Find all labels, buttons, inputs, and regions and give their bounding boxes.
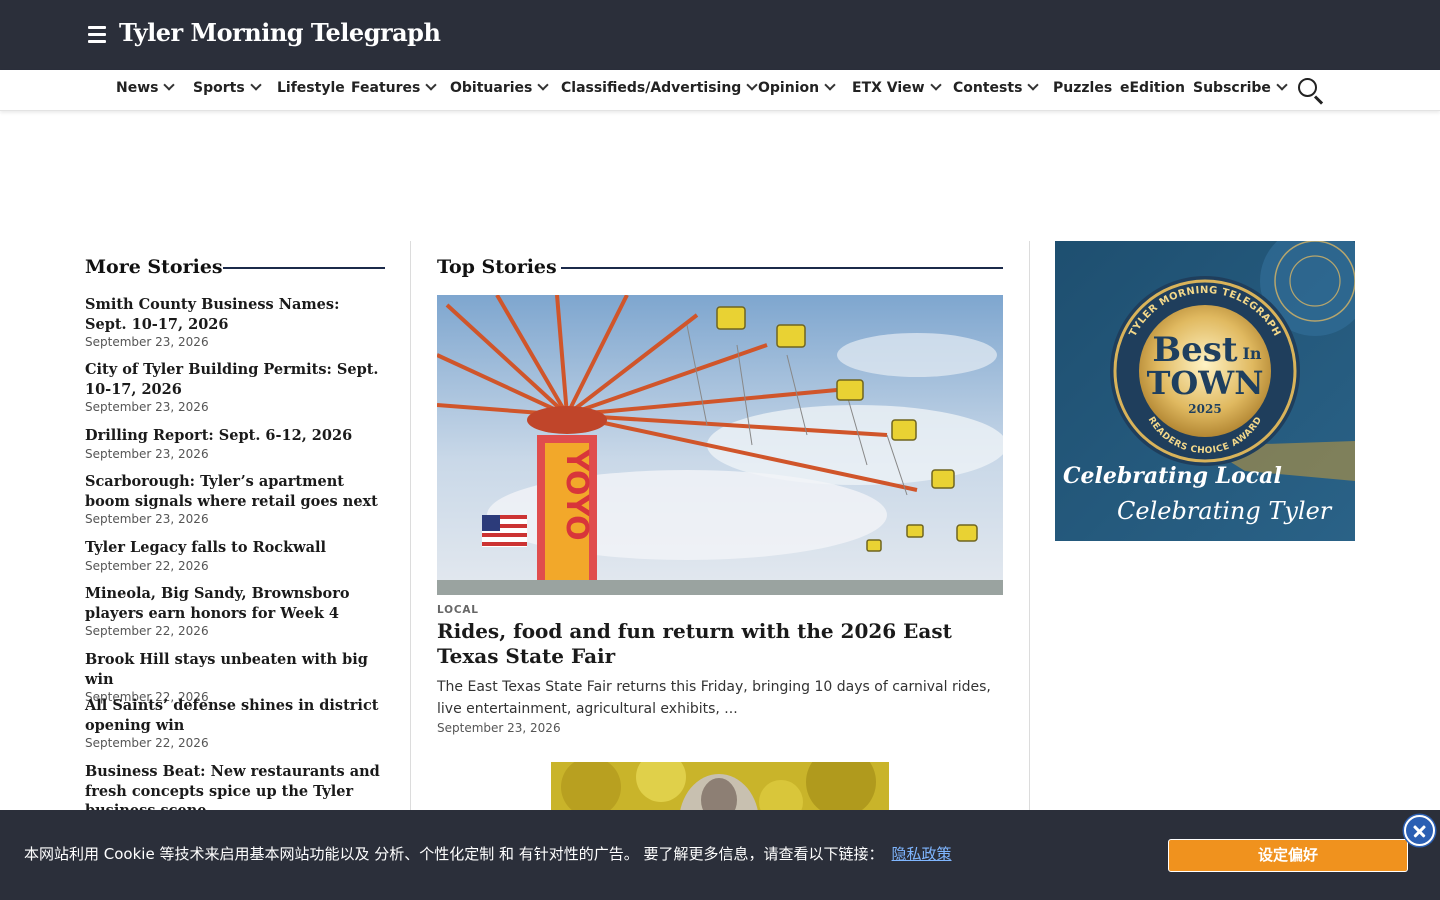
story-title[interactable]: Mineola, Big Sandy, Brownsboro players e… xyxy=(85,584,385,623)
ad-town: TOWN xyxy=(1147,364,1264,402)
story-date: September 22, 2026 xyxy=(85,558,209,573)
story-date: September 23, 2026 xyxy=(85,335,209,349)
cookie-text: 本网站利用 Cookie 等技术来启用基本网站功能以及 分析、个性化定制 和 有… xyxy=(24,843,952,864)
nav-item-subscribe[interactable]: Subscribe xyxy=(1193,79,1288,96)
cookie-banner: 本网站利用 Cookie 等技术来启用基本网站功能以及 分析、个性化定制 和 有… xyxy=(0,810,1440,900)
chevron-down-icon xyxy=(746,79,758,91)
list-item[interactable]: Mineola, Big Sandy, Brownsboro players e… xyxy=(85,584,385,638)
list-item[interactable]: Smith County Business Names: Sept. 10-17… xyxy=(85,295,385,349)
nav-item-puzzles[interactable]: Puzzles xyxy=(1053,80,1112,96)
chevron-down-icon xyxy=(163,79,176,91)
story-date: September 23, 2026 xyxy=(85,446,209,461)
list-item[interactable]: All Saints’ defense shines in district o… xyxy=(85,696,385,750)
story-date: September 23, 2026 xyxy=(85,512,209,526)
site-header: Tyler Morning Telegraph xyxy=(0,0,1440,70)
story-date: September 22, 2026 xyxy=(85,624,209,638)
ad-in: In xyxy=(1242,344,1261,363)
story-title[interactable]: Smith County Business Names: Sept. 10-17… xyxy=(85,295,385,334)
section-rule xyxy=(223,267,385,269)
feature-story-summary: The East Texas State Fair returns this F… xyxy=(437,679,991,717)
nav-item-classifieds[interactable]: Classifieds/Advertising xyxy=(561,79,758,96)
privacy-policy-link[interactable]: 隐私政策 xyxy=(892,845,952,863)
story-title[interactable]: City of Tyler Building Permits: Sept. 10… xyxy=(85,360,385,399)
chevron-down-icon xyxy=(824,79,836,91)
story-title[interactable]: Scarborough: Tyler’s apartment boom sign… xyxy=(85,472,385,511)
story-date: September 23, 2026 xyxy=(85,400,209,414)
story-title[interactable]: Brook Hill stays unbeaten with big win xyxy=(85,650,385,689)
ad-script-line1: Celebrating Local xyxy=(1063,463,1282,489)
story-title[interactable]: All Saints’ defense shines in district o… xyxy=(85,696,385,735)
story-title[interactable]: Drilling Report: Sept. 6-12, 2026 xyxy=(85,426,385,446)
column-divider xyxy=(410,241,411,811)
ride-sign: YOYO xyxy=(559,448,594,540)
chevron-down-icon xyxy=(249,79,262,91)
search-icon[interactable] xyxy=(1298,78,1324,105)
nav-item-eedition[interactable]: eEdition xyxy=(1120,80,1185,96)
nav-item-lifestyle[interactable]: Lifestyle xyxy=(277,80,345,96)
ad-year: 2025 xyxy=(1188,402,1221,416)
story-date: September 22, 2026 xyxy=(85,736,209,750)
feature-story-title[interactable]: Rides, food and fun return with the 2026… xyxy=(437,619,997,669)
chevron-down-icon xyxy=(425,79,438,91)
nav-item-opinion[interactable]: Opinion xyxy=(758,79,836,96)
feature-story-date: September 23, 2026 xyxy=(437,721,561,735)
feature-story-image[interactable]: YOYO xyxy=(437,295,1003,595)
chevron-down-icon xyxy=(537,79,550,91)
nav-item-features[interactable]: Features xyxy=(351,79,438,96)
nav-item-obituaries[interactable]: Obituaries xyxy=(450,79,550,96)
section-rule xyxy=(561,267,1003,269)
nav-item-contests[interactable]: Contests xyxy=(953,79,1040,96)
close-icon[interactable] xyxy=(1404,815,1435,846)
list-item[interactable]: City of Tyler Building Permits: Sept. 10… xyxy=(85,360,385,414)
nav-item-sports[interactable]: Sports xyxy=(193,79,262,96)
chevron-down-icon xyxy=(1276,79,1288,91)
chevron-down-icon xyxy=(929,79,942,91)
cookie-message: 本网站利用 Cookie 等技术来启用基本网站功能以及 分析、个性化定制 和 有… xyxy=(24,845,884,863)
more-stories-heading: More Stories xyxy=(85,256,223,278)
site-logo[interactable]: Tyler Morning Telegraph xyxy=(119,18,441,47)
column-divider xyxy=(1029,241,1030,811)
ad-script-line2: Celebrating Tyler xyxy=(1117,497,1332,525)
hamburger-menu-icon[interactable] xyxy=(88,26,106,44)
advertisement[interactable]: TYLER MORNING TELEGRAPH READERS CHOICE A… xyxy=(1055,241,1355,541)
top-stories-heading: Top Stories xyxy=(437,256,557,278)
nav-item-etx-view[interactable]: ETX View xyxy=(852,79,942,96)
main-nav: News Sports Lifestyle Features Obituarie… xyxy=(0,70,1440,111)
story-kicker[interactable]: LOCAL xyxy=(437,604,479,616)
list-item[interactable]: Drilling Report: Sept. 6-12, 2026 Septem… xyxy=(85,426,385,461)
nav-item-news[interactable]: News xyxy=(116,79,176,96)
list-item[interactable]: Scarborough: Tyler’s apartment boom sign… xyxy=(85,472,385,526)
cookie-preferences-button[interactable]: 设定偏好 xyxy=(1168,839,1408,872)
list-item[interactable]: Tyler Legacy falls to Rockwall September… xyxy=(85,538,385,573)
story-title[interactable]: Tyler Legacy falls to Rockwall xyxy=(85,538,385,558)
chevron-down-icon xyxy=(1027,79,1040,91)
